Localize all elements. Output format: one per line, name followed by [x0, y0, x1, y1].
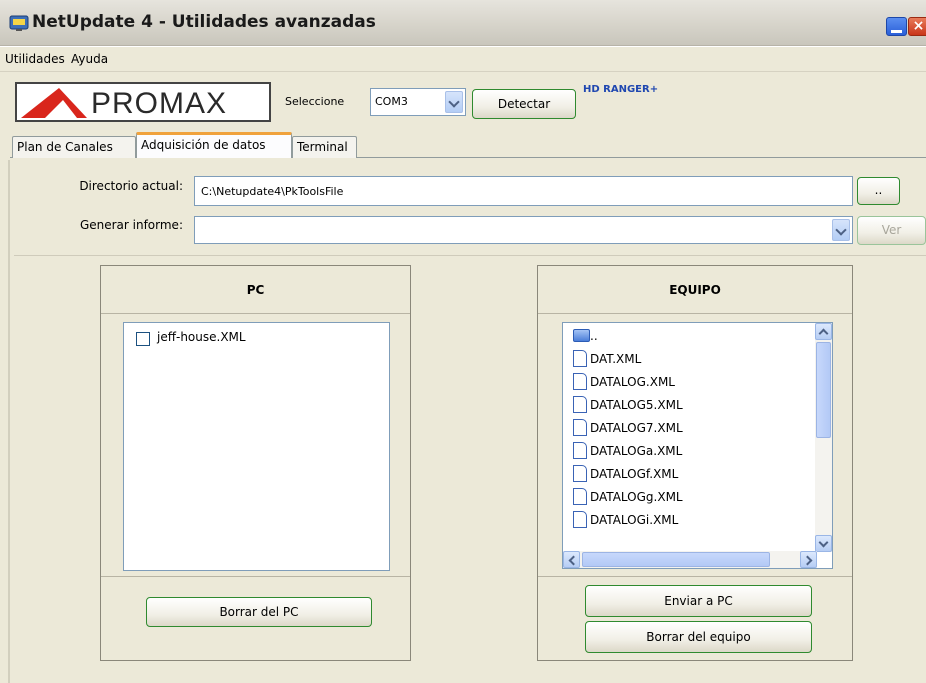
- equipment-file-list[interactable]: .. DAT.XML DATALOG.XML DATALOG5.XML DATA…: [562, 322, 833, 569]
- tab-terminal[interactable]: Terminal: [292, 136, 357, 158]
- file-icon: [573, 442, 587, 459]
- browse-button[interactable]: ..: [857, 177, 900, 205]
- vertical-scrollbar[interactable]: [815, 323, 832, 552]
- menu-ayuda[interactable]: Ayuda: [71, 52, 108, 66]
- app-icon: [9, 15, 29, 31]
- list-item-label: DATALOG.XML: [590, 375, 675, 389]
- list-item-label: DATALOGg.XML: [590, 490, 683, 504]
- equipment-panel: EQUIPO .. DAT.XML DATALOG.XML DATALOG5.X…: [537, 265, 853, 661]
- list-item[interactable]: jeff-house.XML: [157, 330, 246, 344]
- list-item[interactable]: DATALOGg.XML: [573, 486, 683, 508]
- close-button[interactable]: ×: [908, 17, 926, 36]
- file-icon: [573, 511, 587, 528]
- file-checkbox[interactable]: [136, 332, 150, 346]
- device-name: HD RANGER+: [583, 84, 659, 95]
- list-item-label: ..: [590, 329, 598, 343]
- equipment-panel-title: EQUIPO: [538, 266, 852, 314]
- divider: [538, 576, 852, 577]
- list-item[interactable]: DATALOGf.XML: [573, 463, 678, 485]
- list-item-label: DATALOG5.XML: [590, 398, 683, 412]
- list-item-label: DAT.XML: [590, 352, 642, 366]
- report-label: Generar informe:: [79, 218, 183, 232]
- tab-plan-de-canales[interactable]: Plan de Canales: [12, 136, 136, 158]
- logo-triangle-icon: [21, 88, 87, 118]
- list-item[interactable]: DATALOG7.XML: [573, 417, 683, 439]
- menu-bar: Utilidades Ayuda: [0, 47, 926, 72]
- window-edge: [8, 160, 10, 683]
- scroll-up-icon[interactable]: [815, 323, 832, 340]
- scroll-thumb[interactable]: [582, 552, 770, 567]
- list-item[interactable]: DATALOG.XML: [573, 371, 675, 393]
- window-title: NetUpdate 4 - Utilidades avanzadas: [32, 12, 376, 32]
- delete-from-pc-button[interactable]: Borrar del PC: [146, 597, 372, 627]
- file-icon: [573, 488, 587, 505]
- folder-icon: [573, 329, 590, 342]
- scroll-left-icon[interactable]: [563, 551, 580, 568]
- report-select[interactable]: [194, 216, 853, 244]
- file-icon: [573, 396, 587, 413]
- detect-button[interactable]: Detectar: [472, 89, 576, 119]
- logo-text: PROMAX: [91, 87, 228, 120]
- list-item-label: DATALOGa.XML: [590, 444, 683, 458]
- port-select-value: COM3: [375, 95, 408, 108]
- port-label: Seleccione: [285, 95, 345, 108]
- directory-label: Directorio actual:: [79, 179, 183, 193]
- scroll-down-icon[interactable]: [815, 535, 832, 552]
- file-icon: [573, 465, 587, 482]
- list-item-label: DATALOG7.XML: [590, 421, 683, 435]
- divider: [101, 576, 410, 577]
- directory-value: C:\Netupdate4\PkToolsFile: [201, 185, 344, 198]
- list-item[interactable]: ..: [573, 325, 598, 347]
- scroll-thumb[interactable]: [816, 342, 831, 438]
- divider: [14, 255, 926, 256]
- horizontal-scrollbar[interactable]: [563, 551, 817, 568]
- file-icon: [573, 373, 587, 390]
- minimize-button[interactable]: [886, 17, 907, 36]
- view-button[interactable]: Ver: [857, 216, 926, 245]
- list-item[interactable]: DAT.XML: [573, 348, 641, 370]
- pc-file-list[interactable]: jeff-house.XML: [123, 322, 390, 571]
- menu-utilidades[interactable]: Utilidades: [5, 52, 65, 66]
- delete-from-equipment-button[interactable]: Borrar del equipo: [585, 621, 812, 653]
- chevron-down-icon[interactable]: [832, 219, 850, 241]
- chevron-down-icon[interactable]: [445, 91, 463, 113]
- file-icon: [573, 350, 587, 367]
- file-icon: [573, 419, 587, 436]
- directory-field[interactable]: C:\Netupdate4\PkToolsFile: [194, 176, 853, 206]
- list-item-label: DATALOGi.XML: [590, 513, 679, 527]
- list-item[interactable]: DATALOGi.XML: [573, 509, 678, 531]
- port-select[interactable]: COM3: [370, 88, 466, 116]
- list-item[interactable]: DATALOG5.XML: [573, 394, 683, 416]
- scroll-right-icon[interactable]: [800, 551, 817, 568]
- pc-panel-title: PC: [101, 266, 410, 314]
- send-to-pc-button[interactable]: Enviar a PC: [585, 585, 812, 617]
- list-item-label: DATALOGf.XML: [590, 467, 679, 481]
- pc-panel: PC jeff-house.XML Borrar del PC: [100, 265, 411, 661]
- list-item[interactable]: DATALOGa.XML: [573, 440, 682, 462]
- tab-adquisicion-de-datos[interactable]: Adquisición de datos: [136, 132, 292, 158]
- promax-logo: PROMAX: [15, 82, 271, 122]
